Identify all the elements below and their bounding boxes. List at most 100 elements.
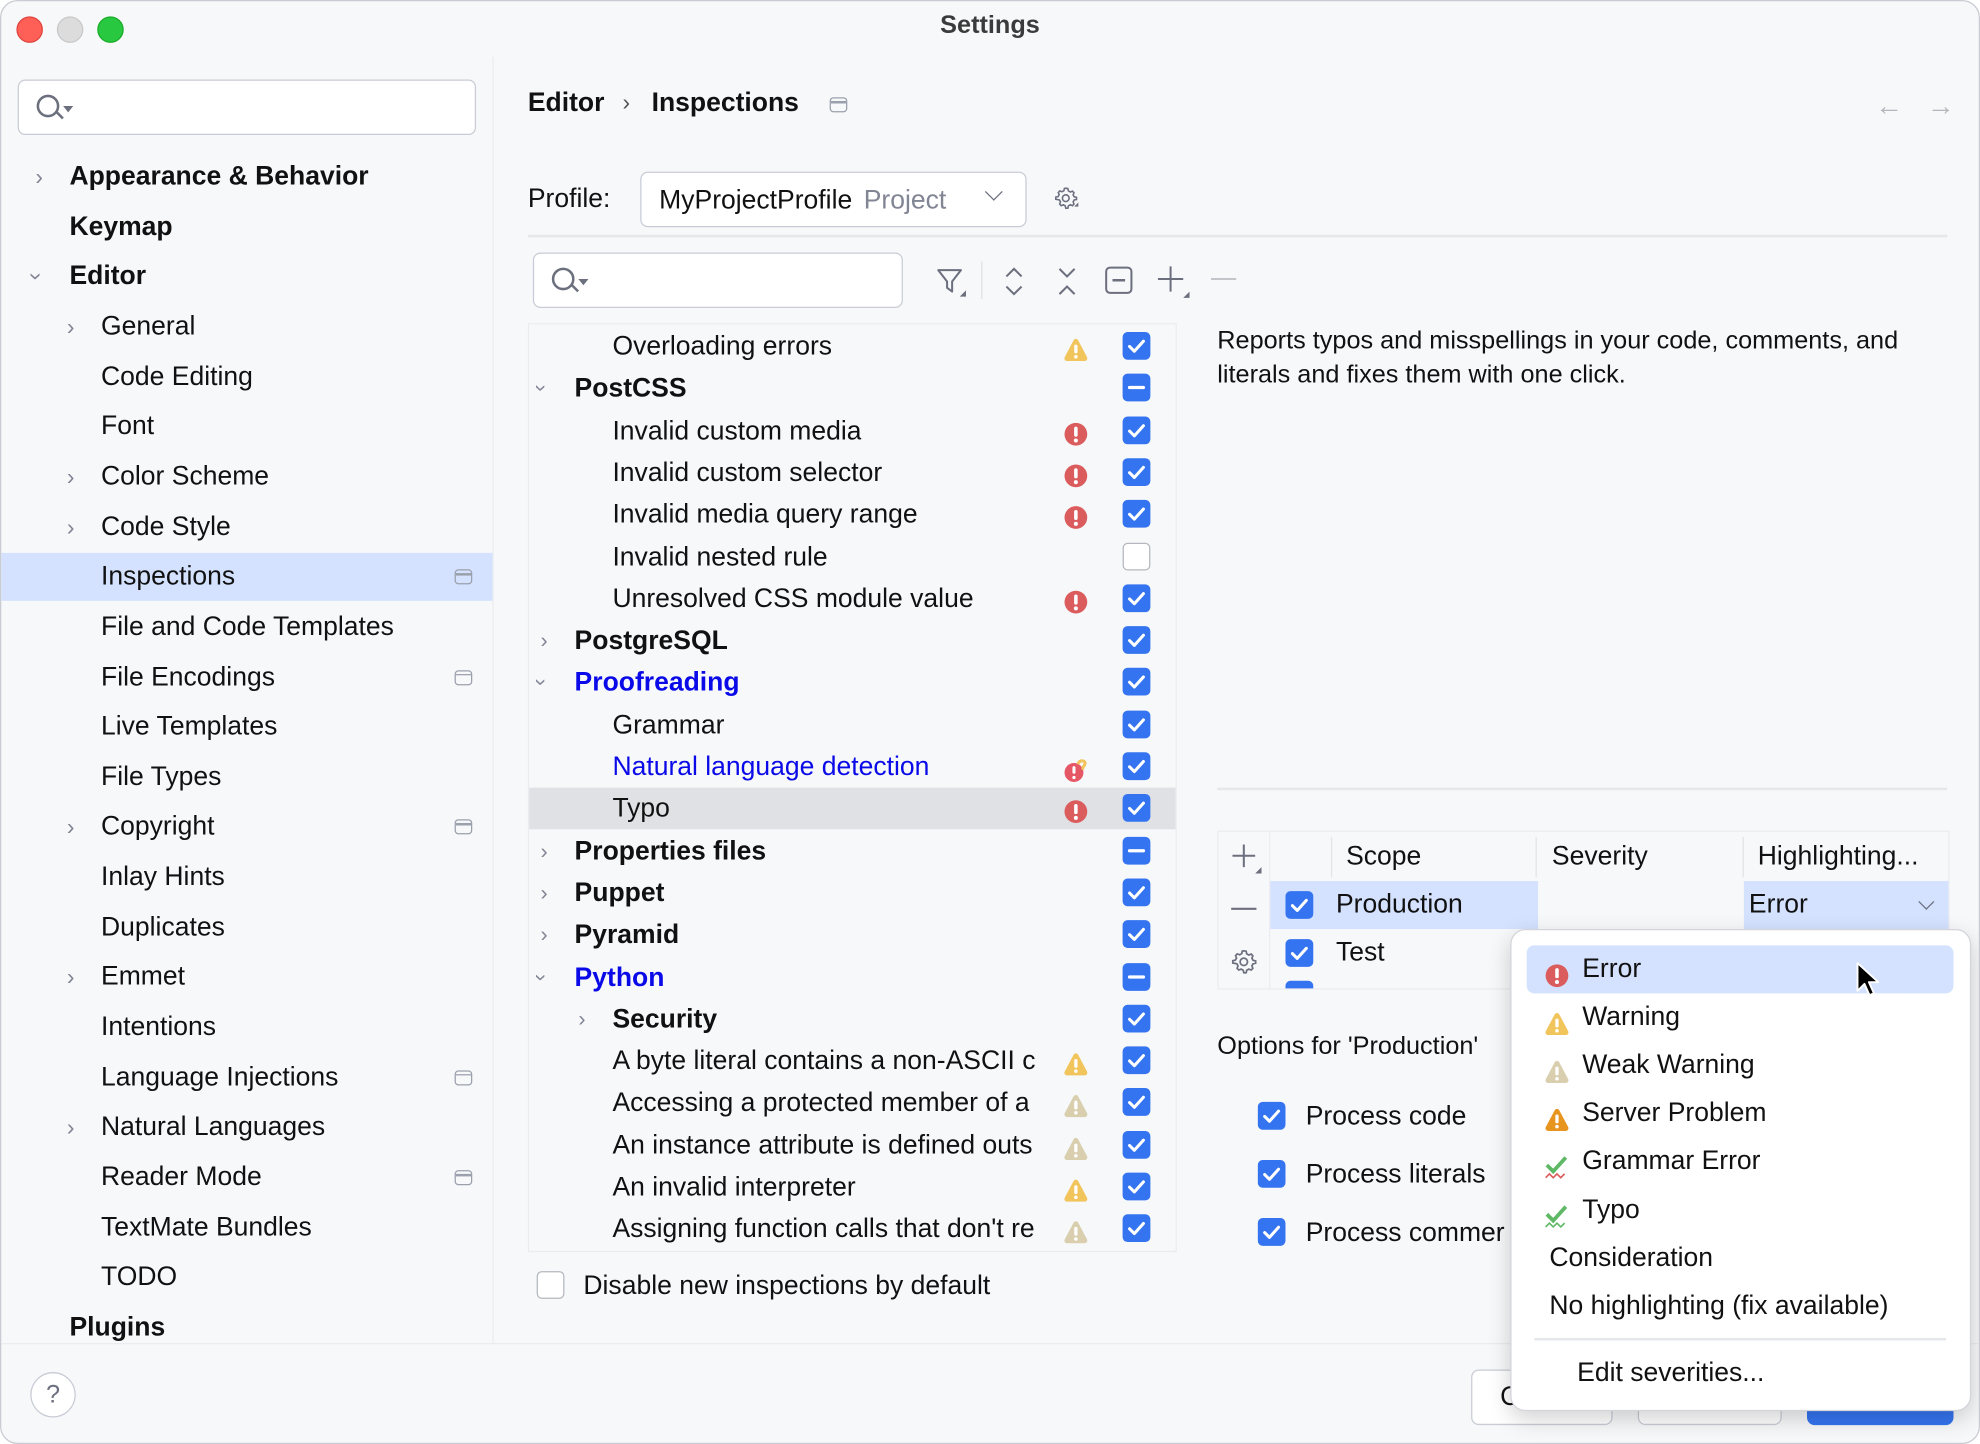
inspection-row[interactable]: Invalid custom media	[529, 410, 1176, 452]
option-checkbox[interactable]	[1257, 1159, 1286, 1188]
inspection-group-row[interactable]: › Security	[529, 998, 1176, 1040]
severity-option-grammar-error[interactable]: Grammar Error	[1527, 1138, 1954, 1186]
inspection-enabled-checkbox[interactable]	[1122, 373, 1151, 402]
sidebar-item-duplicates[interactable]: Duplicates	[1, 903, 492, 951]
sidebar-item-reader-mode[interactable]: Reader Mode	[1, 1154, 492, 1202]
inspection-group-row[interactable]: › Pyramid	[529, 914, 1176, 956]
inspection-row[interactable]: Unresolved CSS module value	[529, 578, 1176, 620]
scope-row-production[interactable]: Production Error	[1270, 881, 1949, 930]
option-process-commer[interactable]: Process commer	[1257, 1214, 1511, 1252]
chevron-right-icon[interactable]: ›	[67, 503, 75, 551]
breadcrumb-editor[interactable]: Editor	[528, 88, 605, 118]
inspection-enabled-checkbox[interactable]	[1122, 1046, 1151, 1075]
inspection-enabled-checkbox[interactable]	[1122, 1214, 1151, 1243]
sidebar-item-file-and-code-templates[interactable]: File and Code Templates	[1, 603, 492, 651]
sidebar-item-inlay-hints[interactable]: Inlay Hints	[1, 853, 492, 901]
inspection-row[interactable]: Natural language detection	[529, 746, 1176, 788]
scope-settings-gear-icon[interactable]	[1230, 948, 1258, 976]
add-scope-icon[interactable]	[1230, 842, 1263, 875]
chevron-right-icon[interactable]: ›	[540, 830, 547, 872]
sidebar-item-general[interactable]: › General	[1, 303, 492, 351]
add-icon[interactable]	[1155, 264, 1190, 299]
chevron-right-icon[interactable]: ›	[35, 153, 43, 201]
chevron-down-icon[interactable]: ›	[13, 273, 61, 281]
inspection-row[interactable]: An instance attribute is defined outs	[529, 1124, 1176, 1166]
edit-severities-menu-item[interactable]: Edit severities...	[1527, 1349, 1954, 1397]
inspection-enabled-checkbox[interactable]	[1122, 752, 1151, 781]
remove-scope-icon[interactable]	[1230, 895, 1258, 923]
inspection-enabled-checkbox[interactable]	[1122, 1172, 1151, 1201]
sidebar-item-code-editing[interactable]: Code Editing	[1, 353, 492, 401]
option-checkbox[interactable]	[1257, 1218, 1286, 1246]
inspection-enabled-checkbox[interactable]	[1122, 1088, 1151, 1117]
inspection-enabled-checkbox[interactable]	[1122, 1004, 1151, 1033]
column-separator[interactable]	[1330, 836, 1333, 878]
sidebar-item-emmet[interactable]: › Emmet	[1, 953, 492, 1001]
inspection-enabled-checkbox[interactable]	[1122, 710, 1151, 739]
profile-dropdown[interactable]: MyProjectProfile Project	[640, 171, 1027, 228]
inspection-enabled-checkbox[interactable]	[1122, 794, 1151, 823]
option-process-literals[interactable]: Process literals	[1257, 1156, 1511, 1194]
inspection-row[interactable]: Invalid media query range	[529, 494, 1176, 536]
inspection-enabled-checkbox[interactable]	[1122, 962, 1151, 991]
sidebar-item-editor[interactable]: › Editor	[1, 253, 492, 301]
search-history-caret-icon[interactable]	[578, 278, 589, 286]
inspection-group-row[interactable]: › Python	[529, 956, 1176, 998]
inspection-enabled-checkbox[interactable]	[1122, 416, 1151, 444]
scope-row-partial-checkbox[interactable]	[1285, 980, 1314, 989]
inspection-row[interactable]: Assigning function calls that don't re	[529, 1208, 1176, 1250]
chevron-right-icon[interactable]: ›	[578, 998, 585, 1040]
sidebar-item-file-encodings[interactable]: File Encodings	[1, 653, 492, 701]
chevron-right-icon[interactable]: ›	[67, 803, 75, 851]
inspection-row[interactable]: Invalid custom selector	[529, 452, 1176, 494]
inspection-row[interactable]: Invalid nested rule	[529, 536, 1176, 578]
sidebar-item-live-templates[interactable]: Live Templates	[1, 703, 492, 751]
sidebar-item-natural-languages[interactable]: › Natural Languages	[1, 1104, 492, 1152]
severity-option-no-highlighting-fix-available[interactable]: No highlighting (fix available)	[1527, 1282, 1954, 1330]
inspection-group-row[interactable]: › Properties files	[529, 830, 1176, 872]
inspection-group-row[interactable]: › Puppet	[529, 872, 1176, 914]
back-arrow-icon[interactable]: ←	[1875, 90, 1903, 123]
sidebar-item-inspections[interactable]: Inspections	[1, 553, 493, 602]
forward-arrow-icon[interactable]: →	[1927, 90, 1955, 123]
inspection-enabled-checkbox[interactable]	[1122, 626, 1151, 654]
inspection-group-row[interactable]: › PostCSS	[529, 368, 1176, 410]
scope-test-checkbox[interactable]	[1285, 939, 1314, 967]
sidebar-item-todo[interactable]: TODO	[1, 1254, 492, 1302]
profile-settings-gear-icon[interactable]	[1053, 186, 1079, 211]
severity-option-warning[interactable]: Warning	[1527, 994, 1954, 1042]
sidebar-item-language-injections[interactable]: Language Injections	[1, 1054, 492, 1102]
sidebar-item-intentions[interactable]: Intentions	[1, 1004, 492, 1052]
help-button[interactable]: ?	[30, 1372, 76, 1418]
search-history-caret-icon[interactable]	[63, 106, 74, 113]
inspection-enabled-checkbox[interactable]	[1122, 668, 1151, 696]
inspection-enabled-checkbox[interactable]	[1122, 1130, 1151, 1159]
inspection-row[interactable]: Accessing a protected member of a	[529, 1082, 1176, 1124]
settings-search-input[interactable]	[17, 79, 477, 136]
disable-new-inspections-checkbox[interactable]	[536, 1271, 565, 1299]
option-process-code[interactable]: Process code	[1257, 1098, 1511, 1136]
inspection-row[interactable]: A byte literal contains a non-ASCII c	[529, 1040, 1176, 1082]
chevron-right-icon[interactable]: ›	[67, 953, 75, 1001]
inspection-group-row[interactable]: › PostgreSQL	[529, 620, 1176, 662]
sidebar-item-textmate-bundles[interactable]: TextMate Bundles	[1, 1204, 492, 1252]
description-divider[interactable]	[1217, 787, 1948, 790]
sidebar-item-copyright[interactable]: › Copyright	[1, 803, 492, 851]
chevron-down-icon[interactable]: ›	[529, 679, 562, 686]
inspection-enabled-checkbox[interactable]	[1122, 836, 1151, 865]
severity-option-server-problem[interactable]: Server Problem	[1527, 1090, 1954, 1138]
chevron-right-icon[interactable]: ›	[540, 872, 547, 914]
chevron-right-icon[interactable]: ›	[540, 620, 547, 662]
chevron-down-icon[interactable]: ›	[529, 385, 562, 392]
inspection-row[interactable]: Grammar	[529, 704, 1176, 746]
sidebar-item-file-types[interactable]: File Types	[1, 753, 492, 801]
inspection-row[interactable]: Overloading errors	[529, 326, 1176, 368]
severity-option-error[interactable]: Error	[1526, 945, 1954, 994]
chevron-right-icon[interactable]: ›	[67, 453, 75, 501]
inspection-row[interactable]: An invalid interpreter	[529, 1166, 1176, 1208]
inspection-enabled-checkbox[interactable]	[1122, 458, 1151, 486]
chevron-right-icon[interactable]: ›	[540, 914, 547, 956]
sidebar-item-color-scheme[interactable]: › Color Scheme	[1, 453, 492, 501]
severity-cell[interactable]	[1538, 881, 1744, 930]
severity-option-consideration[interactable]: Consideration	[1527, 1234, 1954, 1282]
